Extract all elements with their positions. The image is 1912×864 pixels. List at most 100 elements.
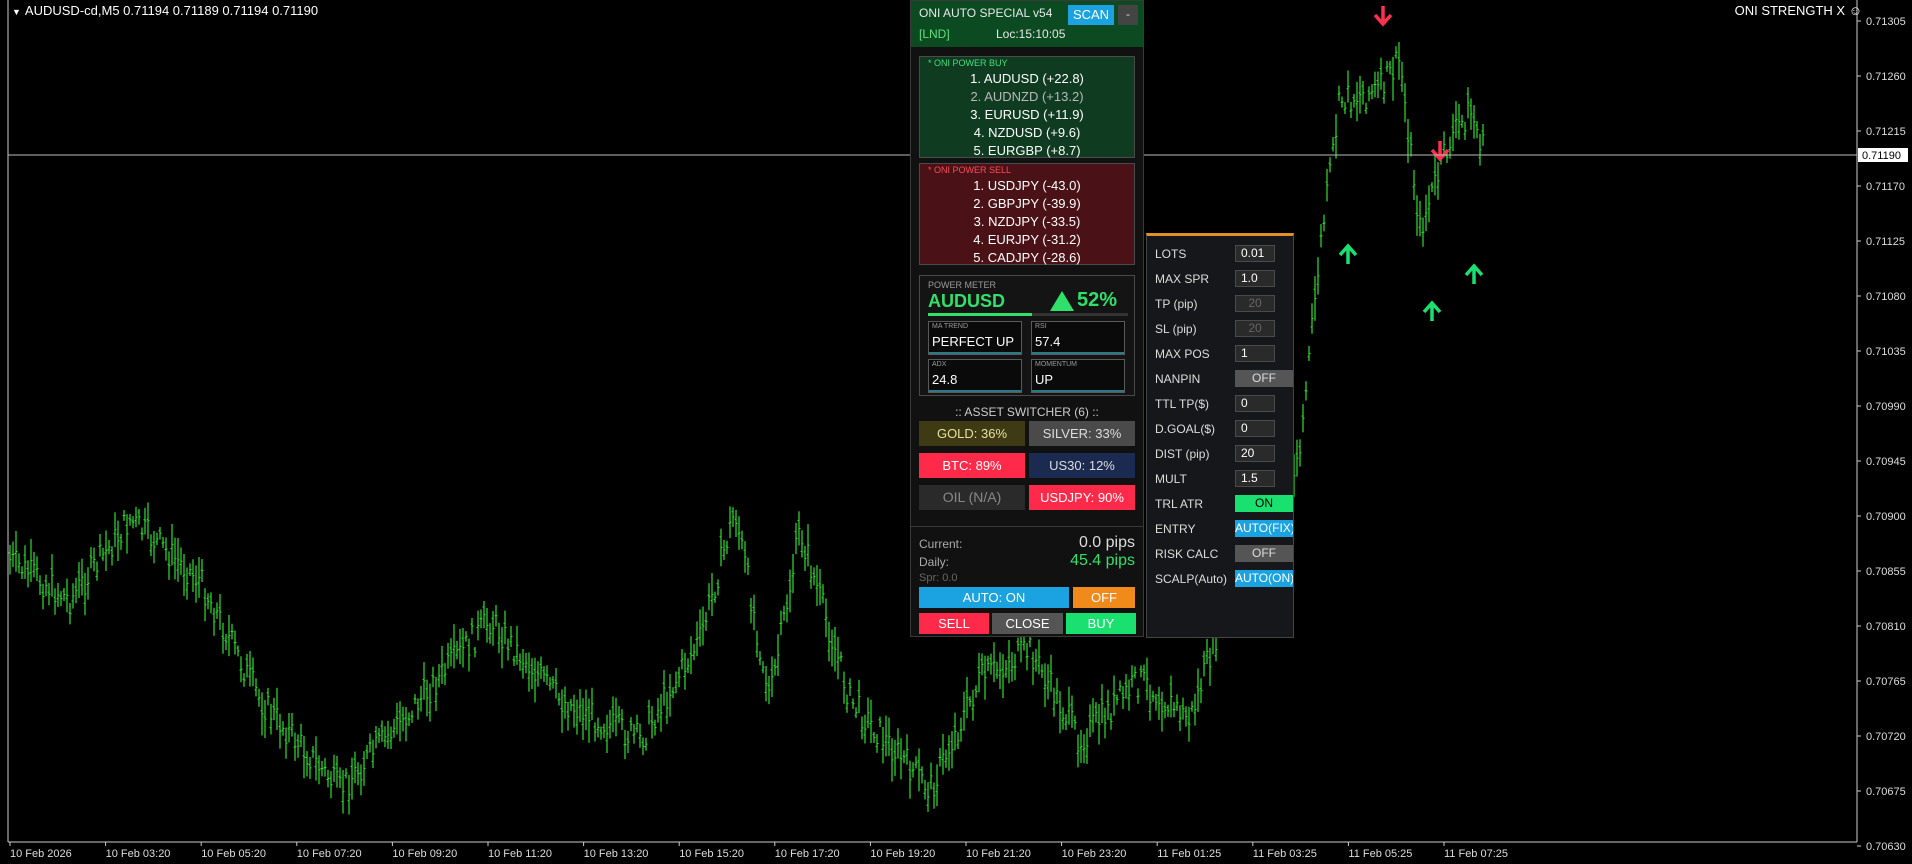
power-meter-symbol: AUDUSD <box>928 291 1006 311</box>
trl-atr-toggle[interactable]: ON <box>1235 495 1293 512</box>
setting-entry: ENTRY AUTO(FIX) <box>1155 520 1293 538</box>
btc-asset-button[interactable]: BTC: 89% <box>919 453 1025 478</box>
setting-max-spr-label: MAX SPR <box>1155 272 1210 286</box>
power-meter: POWER METER AUDUSD 52% MA TREND PERFECT … <box>919 275 1135 396</box>
asset-switcher-title: :: ASSET SWITCHER (6) :: <box>955 405 1099 419</box>
entry-toggle[interactable]: AUTO(FIX) <box>1235 520 1293 537</box>
adx-bar <box>929 390 1021 392</box>
x-tick-label: 10 Feb 15:20 <box>679 848 744 860</box>
max-spr-input[interactable]: 1.0 <box>1235 270 1275 287</box>
collapse-triangle-icon[interactable]: ▼ <box>12 7 21 17</box>
sl-input[interactable]: 20 <box>1235 320 1275 337</box>
x-tick-label: 10 Feb 23:20 <box>1062 848 1127 860</box>
minimize-button[interactable]: - <box>1118 5 1138 25</box>
current-value: 0.0 pips <box>1078 534 1135 551</box>
dist-input[interactable]: 20 <box>1235 445 1275 462</box>
setting-d-goal: D.GOAL($) 0 <box>1155 420 1291 438</box>
x-tick-label: 11 Feb 03:25 <box>1253 848 1317 860</box>
session-label: [LND] <box>919 27 950 41</box>
silver-asset-button[interactable]: SILVER: 33% <box>1029 421 1135 446</box>
power-meter-percent: 52% <box>1077 289 1118 311</box>
y-tick-label: 0.70765 <box>1866 676 1906 688</box>
momentum-bar <box>1032 390 1124 392</box>
setting-tp: TP (pip) 20 <box>1155 295 1291 313</box>
power-buy-header: * ONI POWER BUY <box>928 58 1008 68</box>
spread-label: Spr: 0.0 <box>919 572 958 584</box>
strength-title[interactable]: ONI STRENGTH X ☺ <box>1735 3 1862 18</box>
y-tick-label: 0.70630 <box>1866 841 1906 853</box>
list-item[interactable]: 3. EURUSD (+11.9) <box>920 106 1134 124</box>
setting-dist: DIST (pip) 20 <box>1155 445 1291 463</box>
up-triangle-icon <box>1050 291 1074 311</box>
list-item[interactable]: 2. GBPJPY (-39.9) <box>920 195 1134 213</box>
y-tick-label: 0.71305 <box>1866 16 1906 28</box>
list-item[interactable]: 4. EURJPY (-31.2) <box>920 231 1134 249</box>
y-tick-label: 0.71260 <box>1866 71 1906 83</box>
rsi-value: 57.4 <box>1035 334 1061 349</box>
list-item[interactable]: 5. CADJPY (-28.6) <box>920 249 1134 267</box>
nanpin-toggle[interactable]: OFF <box>1235 370 1293 387</box>
auto-on-button[interactable]: AUTO: ON <box>919 587 1069 608</box>
x-tick-label: 10 Feb 13:20 <box>584 848 649 860</box>
y-tick-label: 0.70990 <box>1866 401 1906 413</box>
max-pos-input[interactable]: 1 <box>1235 345 1275 362</box>
sell-signal-arrow-icon <box>1373 6 1393 27</box>
power-meter-label: POWER METER <box>928 280 997 290</box>
x-tick-label: 10 Feb 03:20 <box>106 848 171 860</box>
x-axis: 10 Feb 2026 10 Feb 03:20 10 Feb 05:20 10 Fe… <box>9 842 1508 860</box>
setting-tp-label: TP (pip) <box>1155 297 1198 311</box>
power-meter-bar <box>928 313 1128 316</box>
x-tick-label: 11 Feb 05:25 <box>1348 848 1412 860</box>
lots-input[interactable]: 0.01 <box>1235 245 1275 262</box>
rsi-label: RSI <box>1035 323 1047 330</box>
adx-value: 24.8 <box>932 372 958 387</box>
power-meter-bar-fill <box>928 313 1032 316</box>
setting-max-pos: MAX POS 1 <box>1155 345 1291 363</box>
buy-button[interactable]: BUY <box>1066 613 1136 634</box>
current-price-tag: 0.71190 <box>1862 150 1901 162</box>
rsi-bar <box>1032 352 1124 354</box>
y-tick-label: 0.71215 <box>1866 126 1906 138</box>
list-item[interactable]: 2. AUDNZD (+13.2) <box>920 88 1134 106</box>
power-buy-list: * ONI POWER BUY 1. AUDUSD (+22.8) 2. AUD… <box>919 56 1135 158</box>
momentum-value: UP <box>1035 372 1054 387</box>
setting-nanpin: NANPIN OFF <box>1155 370 1293 388</box>
buy-signal-arrow-icon <box>1338 243 1358 264</box>
ma-trend-box: MA TREND PERFECT UP <box>928 321 1022 355</box>
symbol-line: AUDUSD-cd,M5 0.71194 0.71189 0.71194 0.7… <box>24 3 319 18</box>
tp-input[interactable]: 20 <box>1235 295 1275 312</box>
gold-asset-button[interactable]: GOLD: 36% <box>919 421 1025 446</box>
buy-signal-arrow-icon <box>1422 300 1442 321</box>
y-tick-label: 0.71125 <box>1866 236 1905 248</box>
list-item[interactable]: 1. USDJPY (-43.0) <box>920 177 1134 195</box>
x-tick-label: 10 Feb 19:20 <box>870 848 935 860</box>
off-button[interactable]: OFF <box>1073 587 1135 608</box>
scan-button[interactable]: SCAN <box>1068 5 1114 25</box>
panel-title: ONI AUTO SPECIAL v54 <box>919 6 1053 20</box>
d-goal-input[interactable]: 0 <box>1235 420 1275 437</box>
x-tick-label: 10 Feb 11:20 <box>488 848 552 860</box>
setting-max-spr: MAX SPR 1.0 <box>1155 270 1291 288</box>
current-label: Current: <box>919 537 963 551</box>
close-button[interactable]: CLOSE <box>992 613 1063 634</box>
risk-calc-toggle[interactable]: OFF <box>1235 545 1293 562</box>
settings-panel: LOTS 0.01 MAX SPR 1.0 TP (pip) 20 SL (pi… <box>1146 233 1294 638</box>
oil-asset-button[interactable]: OIL (N/A) <box>919 485 1025 510</box>
setting-sl-label: SL (pip) <box>1155 322 1197 336</box>
adx-box: ADX 24.8 <box>928 359 1022 393</box>
x-tick-label: 10 Feb 07:20 <box>297 848 362 860</box>
list-item[interactable]: 1. AUDUSD (+22.8) <box>920 70 1134 88</box>
ma-trend-bar <box>929 352 1021 354</box>
setting-entry-label: ENTRY <box>1155 522 1196 536</box>
usdjpy-asset-button[interactable]: USDJPY: 90% <box>1029 485 1135 510</box>
list-item[interactable]: 3. NZDJPY (-33.5) <box>920 213 1134 231</box>
list-item[interactable]: 4. NZDUSD (+9.6) <box>920 124 1134 142</box>
setting-mult-label: MULT <box>1155 472 1187 486</box>
ttl-tp-input[interactable]: 0 <box>1235 395 1275 412</box>
sell-button[interactable]: SELL <box>919 613 989 634</box>
scalp-toggle[interactable]: AUTO(ON) <box>1235 570 1293 587</box>
mult-input[interactable]: 1.5 <box>1235 470 1275 487</box>
us30-asset-button[interactable]: US30: 12% <box>1029 453 1135 478</box>
list-item[interactable]: 5. EURGBP (+8.7) <box>920 142 1134 160</box>
setting-max-pos-label: MAX POS <box>1155 347 1210 361</box>
